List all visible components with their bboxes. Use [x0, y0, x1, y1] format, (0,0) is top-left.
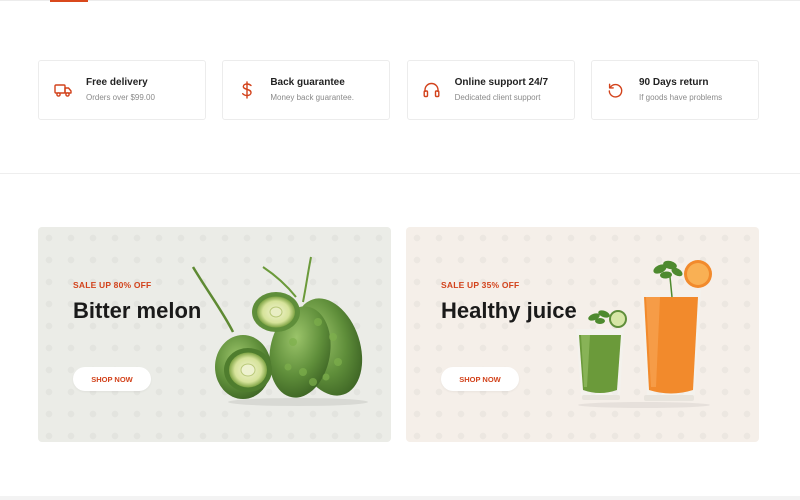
- feature-subtitle: Dedicated client support: [454, 92, 541, 102]
- bottom-strip: [0, 496, 800, 500]
- features-row: Free delivery Orders over $99.00 Back gu…: [38, 60, 759, 120]
- active-nav-indicator: [50, 0, 88, 2]
- refresh-icon: [606, 80, 626, 100]
- feature-subtitle: Orders over $99.00: [86, 92, 155, 102]
- feature-title: Free delivery: [86, 76, 148, 88]
- shop-now-button[interactable]: SHOP NOW: [73, 367, 151, 391]
- shop-now-button[interactable]: SHOP NOW: [441, 367, 519, 391]
- banner-sale-label: SALE UP 35% OFF: [441, 280, 520, 290]
- banner-bitter-melon[interactable]: SALE UP 80% OFF Bitter melon SHOP NOW: [38, 227, 391, 442]
- feature-90-days-return: 90 Days return If goods have problems: [590, 60, 759, 120]
- feature-subtitle: Money back guarantee.: [270, 92, 354, 102]
- top-border: [0, 0, 800, 1]
- truck-icon: [53, 80, 73, 100]
- feature-title: Online support 24/7: [454, 76, 549, 88]
- feature-title: 90 Days return: [638, 76, 709, 88]
- banner-sale-label: SALE UP 80% OFF: [73, 280, 152, 290]
- feature-back-guarantee: Back guarantee Money back guarantee.: [222, 60, 391, 120]
- bitter-melon-image: [191, 256, 368, 406]
- banner-healthy-juice[interactable]: SALE UP 35% OFF Healthy juice SHOP NOW: [406, 227, 759, 442]
- section-divider: [0, 173, 800, 174]
- banner-title: Healthy juice: [441, 298, 577, 323]
- headphones-icon: [422, 80, 442, 100]
- feature-online-support: Online support 24/7 Dedicated client sup…: [406, 60, 575, 120]
- feature-subtitle: If goods have problems: [638, 92, 723, 102]
- feature-title: Back guarantee: [270, 76, 345, 88]
- feature-free-delivery: Free delivery Orders over $99.00: [38, 60, 206, 120]
- dollar-icon: [237, 80, 257, 100]
- juice-glasses-image: [576, 260, 712, 408]
